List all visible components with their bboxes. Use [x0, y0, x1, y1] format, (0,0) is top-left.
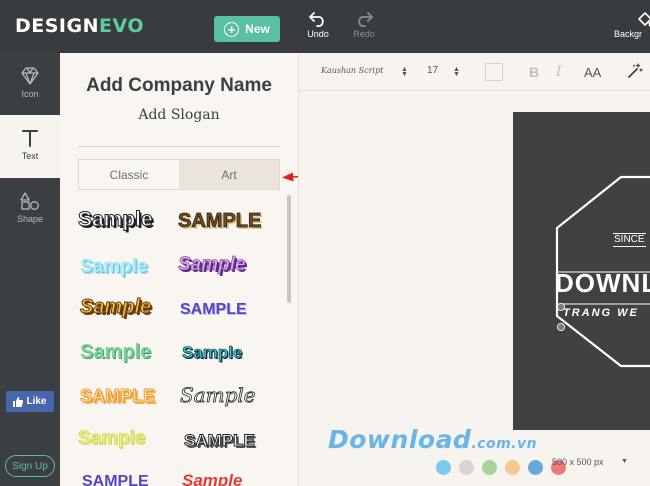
panel-divider	[78, 146, 280, 147]
font-size-select[interactable]: 17	[427, 65, 438, 76]
italic-button[interactable]: I	[556, 64, 562, 80]
paint-bucket-icon	[638, 12, 650, 27]
format-toolbar: Kaushan Script ▲ ▼ 17 ▲ ▼ B I AA	[299, 53, 650, 91]
undo-icon	[309, 12, 324, 27]
sign-up-button[interactable]: Sign Up	[5, 455, 55, 477]
add-company-name[interactable]: Add Company Name	[60, 75, 298, 97]
top-bar: DESIGNEVO + New Undo Redo Backgr	[0, 0, 650, 53]
like-label: Like	[26, 396, 47, 407]
text-style-sample[interactable]: SAMPLE	[178, 210, 262, 233]
chevron-updown-icon: ▲ ▼	[401, 66, 408, 78]
canvas-area: Kaushan Script ▲ ▼ 17 ▲ ▼ B I AA SINCE DOW…	[298, 53, 650, 486]
palette-swatch[interactable]	[459, 460, 474, 475]
text-style-sample[interactable]: Sample	[178, 254, 246, 276]
text-style-sample[interactable]: Sample	[80, 256, 148, 278]
sign-up-label: Sign Up	[12, 460, 48, 472]
download-watermark: Download.com.vn	[328, 425, 537, 454]
text-style-sample[interactable]: Sample	[180, 383, 256, 408]
text-style-sample[interactable]: SAMPLE	[184, 431, 256, 451]
nav-item-shape[interactable]: Shape	[0, 178, 60, 240]
add-slogan[interactable]: Add Slogan	[60, 107, 298, 123]
text-color-swatch[interactable]	[485, 63, 503, 81]
text-style-sample[interactable]: Sample	[182, 471, 242, 486]
style-tabs: Classic Art	[78, 159, 280, 190]
uppercase-button[interactable]: AA	[584, 65, 601, 80]
canvas-size-select[interactable]: 500 x 500 px	[552, 457, 604, 467]
text-t-icon	[22, 130, 38, 147]
left-nav: Icon Text Shape Like Sign Up	[0, 53, 60, 486]
text-style-sample[interactable]: Sample	[79, 296, 151, 319]
text-style-sample[interactable]: SAMPLE	[82, 473, 149, 486]
tagline-text[interactable]: TRANG WE	[563, 307, 639, 319]
text-style-sample[interactable]: SAMPLE	[180, 301, 247, 319]
watermark-suffix: .com.vn	[471, 436, 538, 452]
nav-icon-label: Icon	[21, 89, 39, 99]
since-text[interactable]: SINCE	[613, 233, 646, 247]
chevron-updown-icon: ▲ ▼	[453, 66, 460, 78]
text-panel: Add Company Name Add Slogan Classic Art …	[60, 53, 298, 486]
nav-item-text[interactable]: Text	[0, 115, 60, 178]
redo-icon	[358, 12, 373, 27]
thumbs-up-icon	[13, 396, 24, 407]
shapes-icon	[20, 192, 39, 210]
text-style-sample[interactable]: Sample	[182, 343, 243, 363]
designevo-logo[interactable]: DESIGNEVO	[15, 15, 144, 37]
nav-shape-label: Shape	[16, 214, 44, 224]
text-style-sample[interactable]: Sample	[78, 208, 154, 232]
undo-button[interactable]: Undo	[298, 11, 338, 39]
chevron-down-icon: ▼	[621, 458, 628, 465]
tab-art[interactable]: Art	[179, 160, 279, 189]
facebook-like-button[interactable]: Like	[6, 391, 54, 412]
panel-scrollbar[interactable]	[287, 195, 291, 303]
brand-name-text[interactable]: DOWNL	[555, 268, 650, 298]
text-style-sample[interactable]: Sample	[80, 341, 151, 364]
logo-canvas[interactable]: SINCE DOWNL TRANG WE	[513, 112, 650, 430]
nav-text-label: Text	[21, 151, 39, 161]
magic-wand-icon[interactable]	[627, 63, 643, 79]
tab-classic[interactable]: Classic	[79, 160, 179, 189]
palette-swatch[interactable]	[528, 460, 543, 475]
plus-icon: +	[224, 21, 240, 37]
background-button[interactable]: Backgr	[614, 11, 650, 39]
text-style-sample[interactable]: Sample	[78, 428, 146, 450]
redo-button[interactable]: Redo	[344, 11, 384, 39]
palette-swatch[interactable]	[505, 460, 520, 475]
text-style-sample[interactable]: SAMPLE	[80, 386, 156, 407]
selection-handles[interactable]	[557, 302, 569, 332]
redo-label: Redo	[353, 29, 375, 39]
background-label: Backgr	[614, 29, 643, 39]
nav-item-icon[interactable]: Icon	[0, 53, 60, 115]
watermark-main: Download	[328, 425, 472, 454]
bold-button[interactable]: B	[529, 64, 539, 80]
color-palette	[436, 460, 566, 475]
logo-evo-text: EVO	[99, 15, 145, 37]
undo-label: Undo	[307, 29, 329, 39]
new-button[interactable]: + New	[214, 16, 280, 42]
palette-swatch[interactable]	[482, 460, 497, 475]
palette-swatch[interactable]	[436, 460, 451, 475]
diamond-icon	[21, 67, 39, 85]
font-family-select[interactable]: Kaushan Script	[321, 66, 383, 75]
new-button-label: New	[245, 22, 270, 36]
logo-design-text: DESIGN	[15, 15, 100, 37]
